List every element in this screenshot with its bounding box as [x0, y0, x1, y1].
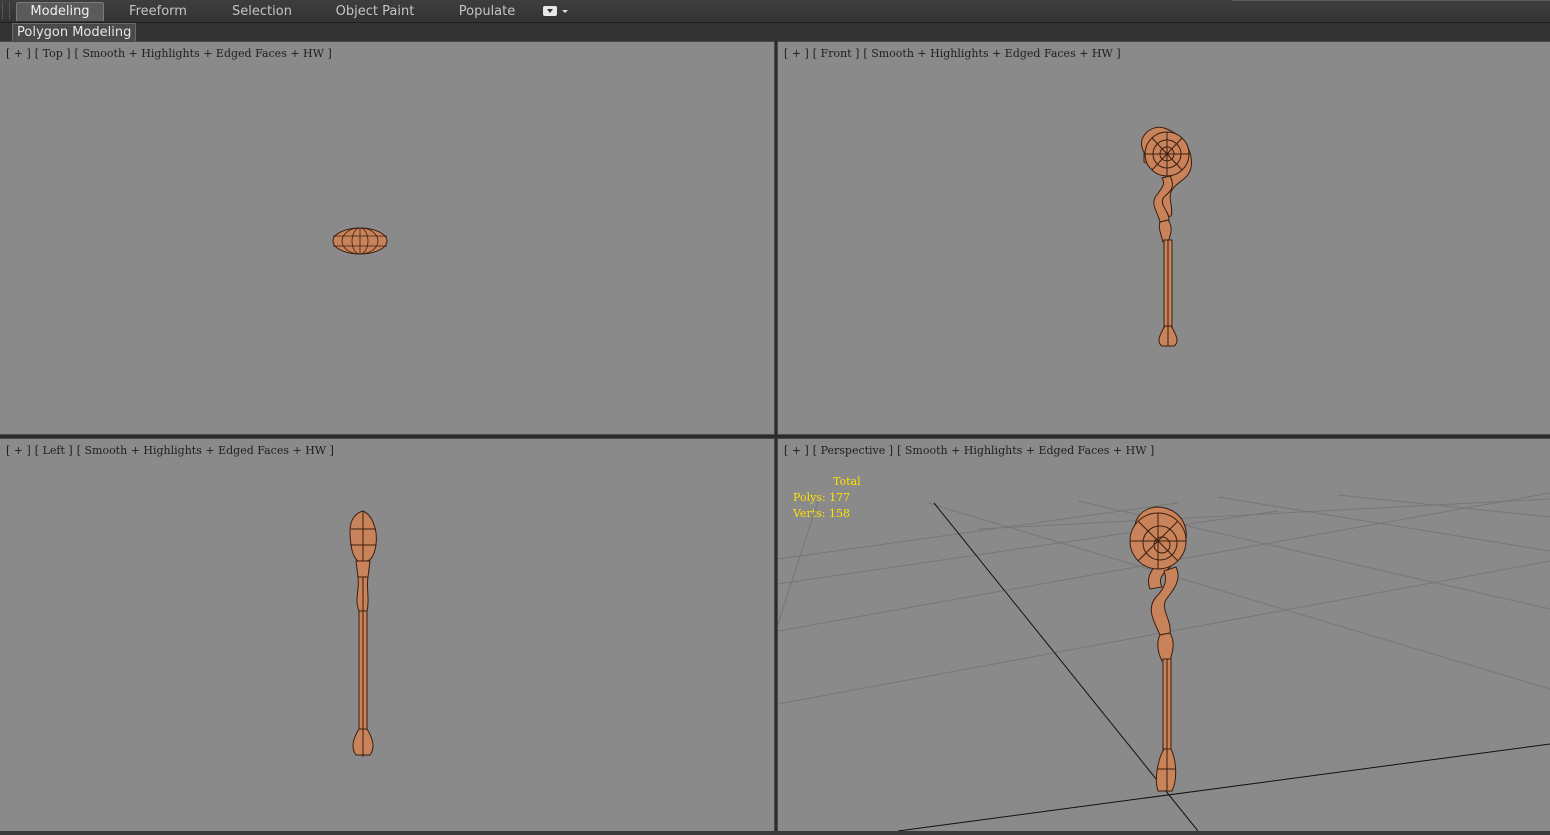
viewport-perspective[interactable]: [ + ][ Perspective ][ Smooth + Highlight…	[777, 438, 1550, 832]
status-strip	[0, 831, 1550, 835]
dropdown-menu-icon	[543, 6, 557, 16]
ribbon-grip-handle[interactable]	[2, 2, 10, 19]
chevron-down-icon	[562, 10, 568, 13]
tab-freeform[interactable]: Freeform	[118, 3, 198, 21]
ribbon-options-button[interactable]	[543, 5, 569, 18]
viewport-top[interactable]: [ + ][ Top ][ Smooth + Highlights + Edge…	[0, 41, 775, 435]
viewport-front[interactable]: [ + ][ Front ][ Smooth + Highlights + Ed…	[777, 41, 1550, 435]
staff-model-left[interactable]	[349, 510, 377, 757]
tab-populate[interactable]: Populate	[448, 3, 526, 21]
viewport-canvas-left	[349, 510, 377, 757]
tab-modeling[interactable]: Modeling	[16, 2, 104, 21]
viewport-left[interactable]: [ + ][ Left ][ Smooth + Highlights + Edg…	[0, 438, 775, 832]
viewport-canvas-front	[1141, 126, 1192, 347]
tab-object-paint[interactable]: Object Paint	[330, 3, 420, 21]
viewport-canvas-perspective	[778, 492, 1550, 831]
staff-model-perspective[interactable]	[1129, 506, 1187, 792]
polygon-modeling-panel-button[interactable]: Polygon Modeling	[12, 23, 137, 42]
ribbon-panel: Polygon Modeling	[0, 23, 1550, 42]
tab-selection[interactable]: Selection	[222, 3, 302, 21]
viewport-canvas-top	[332, 227, 388, 255]
staff-model-top[interactable]	[332, 227, 388, 255]
ribbon-tab-bar: Modeling Freeform Selection Object Paint…	[0, 0, 1550, 23]
ribbon-divider	[1232, 0, 1550, 1]
staff-model-front[interactable]	[1141, 126, 1192, 347]
